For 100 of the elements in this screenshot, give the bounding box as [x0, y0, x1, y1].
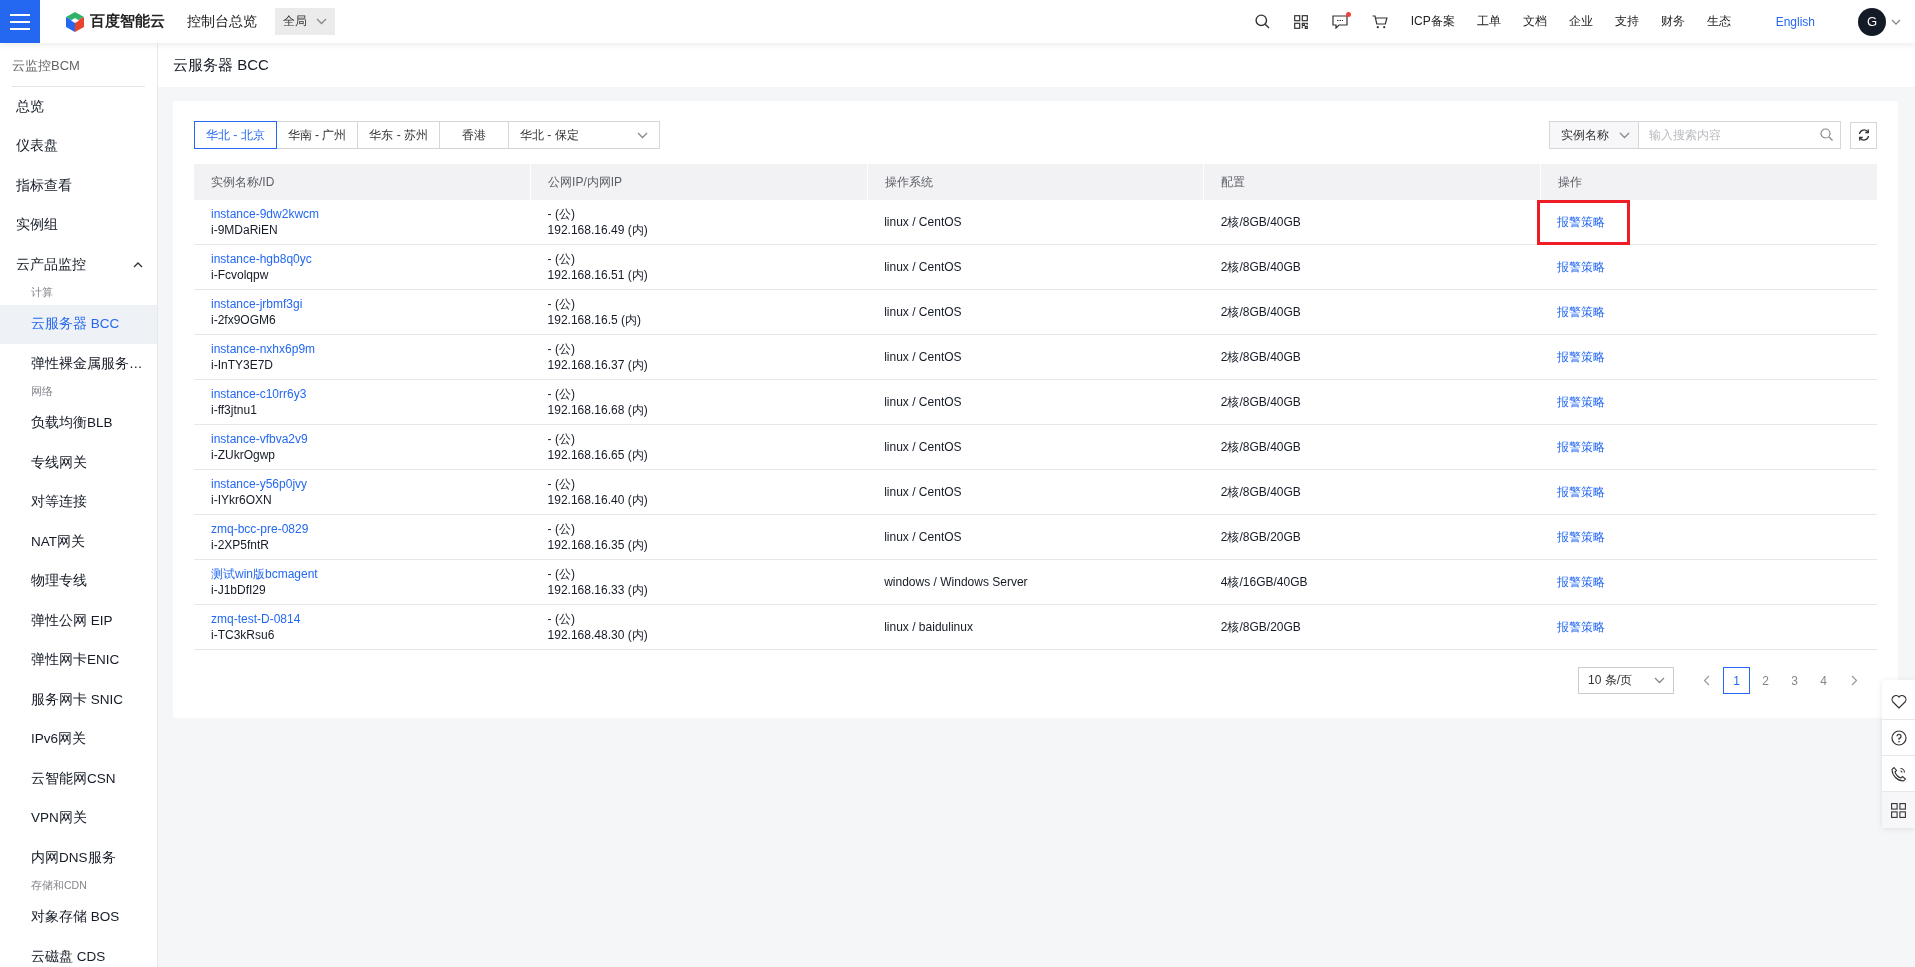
instance-name-link[interactable]: instance-9dw2kwcm [211, 205, 320, 222]
nav-link[interactable]: 支持 [1614, 13, 1639, 30]
os-text: linux / CentOS [884, 485, 962, 499]
phone-button[interactable] [1882, 756, 1915, 792]
config-text: 2核/8GB/20GB [1220, 619, 1301, 634]
sidebar-item[interactable]: 弹性网卡ENIC [0, 640, 157, 680]
avatar[interactable]: G [1858, 7, 1886, 36]
favorite-button[interactable] [1882, 684, 1915, 720]
page-button[interactable]: 1 [1723, 667, 1750, 694]
sidebar-item[interactable]: 物理专线 [0, 561, 157, 601]
private-ip: 192.168.16.37 (内) [547, 357, 648, 374]
alarm-policy-link[interactable]: 报警策略 [1557, 345, 1606, 369]
instance-name-link[interactable]: instance-jrbmf3gi [211, 295, 303, 312]
os-text: linux / CentOS [884, 305, 962, 319]
sidebar-group[interactable]: 云产品监控 [0, 245, 157, 285]
alarm-policy-link[interactable]: 报警策略 [1557, 255, 1606, 279]
nav-link[interactable]: 工单 [1476, 13, 1501, 30]
alarm-policy-link[interactable]: 报警策略 [1557, 300, 1606, 324]
apps-button[interactable] [1882, 792, 1915, 828]
message-icon[interactable] [1331, 14, 1348, 29]
alarm-policy-link[interactable]: 报警策略 [1540, 202, 1628, 242]
config-text: 2核/8GB/40GB [1220, 259, 1301, 274]
menu-button[interactable] [0, 0, 40, 43]
sidebar-item[interactable]: 弹性裸金属服务… [0, 344, 157, 384]
region-tab[interactable]: 香港 [439, 121, 509, 149]
sidebar-title: 云监控BCM [12, 43, 145, 87]
alarm-policy-link[interactable]: 报警策略 [1557, 570, 1606, 594]
column-header: 实例名称/ID [211, 174, 275, 189]
sidebar-item[interactable]: 云磁盘 CDS [0, 937, 157, 967]
qr-code-icon[interactable] [1293, 14, 1308, 29]
search-icon[interactable] [1254, 14, 1270, 29]
cart-icon[interactable] [1371, 14, 1388, 29]
field-select[interactable]: 实例名称 [1549, 121, 1639, 149]
sidebar-item[interactable]: IPv6网关 [0, 719, 157, 759]
instance-name-link[interactable]: zmq-bcc-pre-0829 [211, 520, 309, 537]
nav-link[interactable]: 文档 [1522, 13, 1547, 30]
sidebar-item[interactable]: 云服务器 BCC [0, 304, 157, 344]
sidebar-item[interactable]: 仪表盘 [0, 126, 157, 166]
heart-icon [1890, 694, 1907, 709]
region-tab[interactable]: 华南 - 广州 [275, 121, 359, 149]
private-ip: 192.168.16.40 (内) [547, 492, 648, 509]
alarm-policy-link[interactable]: 报警策略 [1557, 615, 1606, 639]
scope-select[interactable]: 全局 [275, 8, 335, 35]
sidebar-item[interactable]: 弹性公网 EIP [0, 601, 157, 641]
page-size-select[interactable]: 10 条/页 [1578, 667, 1674, 694]
instance-name-link[interactable]: 测试win版bcmagent [211, 565, 318, 582]
sidebar-item[interactable]: NAT网关 [0, 522, 157, 562]
region-select[interactable]: 华北 - 保定 [508, 121, 660, 149]
private-ip: 192.168.16.65 (内) [547, 447, 648, 464]
config-text: 2核/8GB/40GB [1220, 349, 1301, 364]
nav-link[interactable]: 财务 [1660, 13, 1685, 30]
chevron-left-icon [1702, 675, 1710, 686]
alarm-policy-link[interactable]: 报警策略 [1557, 480, 1606, 504]
region-tab[interactable]: 华东 - 苏州 [357, 121, 440, 149]
phone-icon [1890, 765, 1907, 782]
page-title: 云服务器 BCC [173, 55, 269, 75]
column-header: 操作 [1557, 174, 1582, 189]
sidebar-item[interactable]: 内网DNS服务 [0, 838, 157, 878]
sidebar-item[interactable]: 服务网卡 SNIC [0, 680, 157, 720]
nav-link[interactable]: 生态 [1706, 13, 1731, 30]
region-tab[interactable]: 华北 - 北京 [194, 121, 277, 149]
sidebar-item[interactable]: 指标查看 [0, 166, 157, 206]
sidebar-item[interactable]: 总览 [0, 87, 157, 127]
help-button[interactable] [1882, 720, 1915, 756]
sidebar-item[interactable]: VPN网关 [0, 798, 157, 838]
sidebar-item[interactable]: 对等连接 [0, 482, 157, 522]
nav-link[interactable]: 企业 [1568, 13, 1593, 30]
private-ip: 192.168.16.68 (内) [547, 402, 648, 419]
instance-name-link[interactable]: instance-c10rr6y3 [211, 385, 307, 402]
sidebar-item[interactable]: 专线网关 [0, 443, 157, 483]
alarm-policy-link[interactable]: 报警策略 [1557, 390, 1606, 414]
instance-name-link[interactable]: instance-y56p0jvy [211, 475, 308, 492]
instance-name-link[interactable]: zmq-test-D-0814 [211, 610, 301, 627]
public-ip: - (公) [547, 205, 575, 222]
sidebar-item[interactable]: 对象存储 BOS [0, 897, 157, 937]
language-link[interactable]: English [1775, 14, 1815, 29]
os-text: linux / CentOS [884, 440, 962, 454]
refresh-button[interactable] [1850, 121, 1877, 149]
alarm-policy-link[interactable]: 报警策略 [1557, 435, 1606, 459]
instance-name-link[interactable]: instance-hgb8q0yc [211, 250, 312, 267]
logo-icon [64, 10, 86, 33]
nav-link[interactable]: ICP备案 [1410, 13, 1455, 30]
public-ip: - (公) [547, 430, 575, 447]
sidebar-item[interactable]: 云智能网CSN [0, 759, 157, 799]
public-ip: - (公) [547, 520, 575, 537]
column-header: 公网IP/内网IP [548, 174, 623, 189]
config-text: 2核/8GB/40GB [1220, 439, 1301, 454]
search-field[interactable]: 输入搜索内容 [1639, 121, 1841, 149]
instance-name-link[interactable]: instance-nxhx6p9m [211, 340, 316, 357]
refresh-icon [1856, 128, 1871, 142]
console-link[interactable]: 控制台总览 [187, 12, 257, 31]
alarm-policy-link[interactable]: 报警策略 [1557, 525, 1606, 549]
instance-id: i-2XP5fntR [211, 537, 270, 554]
caret-icon[interactable] [1891, 18, 1901, 25]
private-ip: 192.168.16.5 (内) [547, 312, 641, 329]
sidebar-item[interactable]: 实例组 [0, 205, 157, 245]
caret-icon [316, 18, 327, 25]
instance-name-link[interactable]: instance-vfbva2v9 [211, 430, 308, 447]
sidebar-item[interactable]: 负载均衡BLB [0, 403, 157, 443]
instance-id: i-Fcvolqpw [211, 267, 269, 284]
